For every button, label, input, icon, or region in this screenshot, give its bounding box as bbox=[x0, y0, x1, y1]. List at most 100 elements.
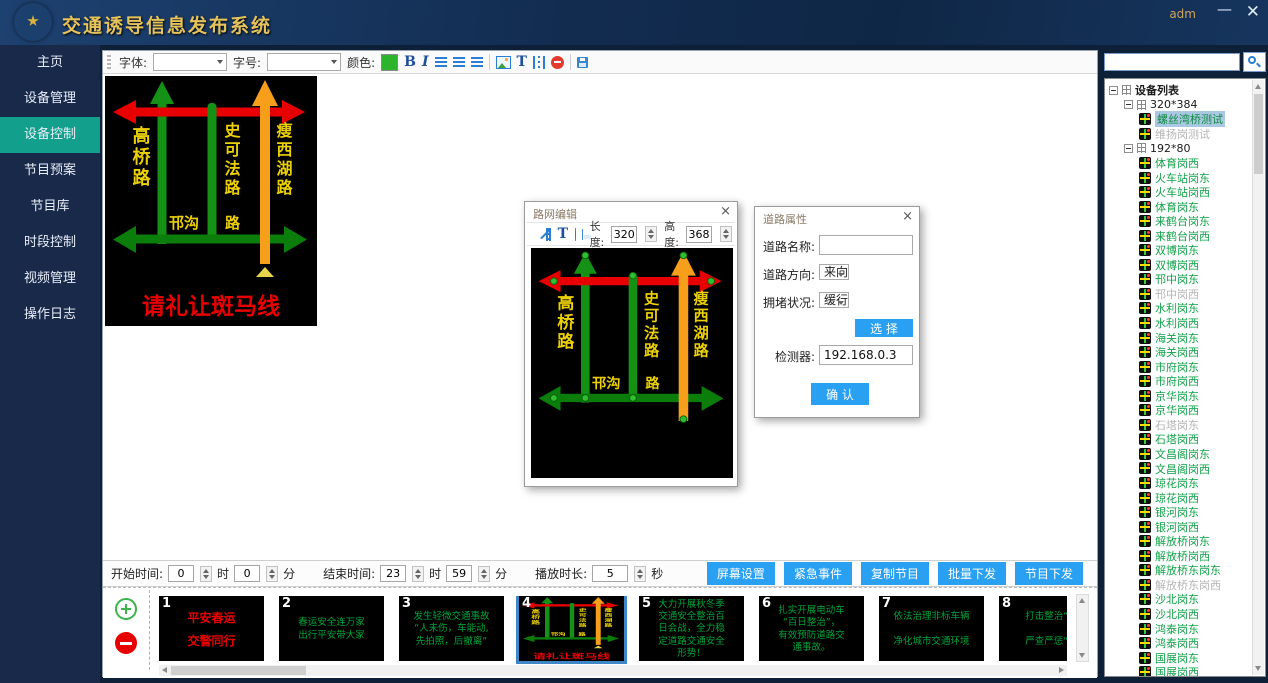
device-tree-item[interactable]: 鸿泰岗东 bbox=[1107, 621, 1253, 636]
end-minute-stepper[interactable] bbox=[478, 566, 490, 582]
italic-button[interactable]: I bbox=[422, 55, 429, 69]
action-button[interactable]: 复制节目 bbox=[861, 562, 929, 585]
align-left-icon[interactable] bbox=[435, 57, 447, 67]
device-tree-item[interactable]: 火车站岗东 bbox=[1107, 170, 1253, 185]
device-tree-item[interactable]: 文昌阁岗西 bbox=[1107, 461, 1253, 476]
road-network-icon[interactable] bbox=[533, 56, 545, 69]
device-tree-item[interactable]: 京华岗东 bbox=[1107, 388, 1253, 403]
device-tree-item[interactable]: 海关岗西 bbox=[1107, 345, 1253, 360]
device-tree-item[interactable]: 水利岗西 bbox=[1107, 316, 1253, 331]
duration-input[interactable] bbox=[592, 565, 628, 582]
action-button[interactable]: 紧急事件 bbox=[784, 562, 852, 585]
road-properties-close-icon[interactable]: × bbox=[902, 209, 913, 224]
device-tree-item[interactable]: 银河岗西 bbox=[1107, 519, 1253, 534]
device-tree-item[interactable]: 解放桥岗西 bbox=[1107, 549, 1253, 564]
sidebar-item[interactable]: 节目库 bbox=[0, 189, 100, 225]
collapse-icon[interactable] bbox=[1124, 144, 1133, 153]
device-tree-item[interactable]: 来鹤台岗东 bbox=[1107, 214, 1253, 229]
device-tree-root[interactable]: 设备列表 bbox=[1107, 83, 1253, 98]
end-hour-stepper[interactable] bbox=[412, 566, 424, 582]
start-hour-input[interactable] bbox=[168, 565, 194, 582]
action-button[interactable]: 节目下发 bbox=[1015, 562, 1083, 585]
device-tree-item[interactable]: 石塔岗西 bbox=[1107, 432, 1253, 447]
device-tree-item[interactable]: 双博岗西 bbox=[1107, 258, 1253, 273]
device-tree-item[interactable]: 解放桥东岗东 bbox=[1107, 563, 1253, 578]
playlist-item[interactable]: 5大力开展秋冬季交通安全整治百日会战，全力稳定道路交通安全形势！ bbox=[639, 596, 744, 661]
playlist-item[interactable]: 2春运安全连万家出行平安带大家 bbox=[279, 596, 384, 661]
sign-preview-display[interactable]: 请礼让斑马线 bbox=[105, 76, 317, 326]
device-tree-item[interactable]: 邗中岗西 bbox=[1107, 287, 1253, 302]
length-input[interactable] bbox=[611, 226, 637, 243]
start-hour-stepper[interactable] bbox=[200, 566, 212, 582]
device-tree-item[interactable]: 文昌阁岗东 bbox=[1107, 447, 1253, 462]
length-stepper[interactable] bbox=[645, 226, 657, 242]
device-search-button[interactable] bbox=[1243, 52, 1266, 72]
device-tree-item[interactable]: 火车站岗西 bbox=[1107, 185, 1253, 200]
device-tree-item[interactable]: 螺丝湾桥测试 bbox=[1107, 112, 1253, 127]
action-button[interactable]: 批量下发 bbox=[938, 562, 1006, 585]
end-hour-input[interactable] bbox=[380, 565, 406, 582]
start-minute-stepper[interactable] bbox=[266, 566, 278, 582]
device-tree-item[interactable]: 琼花岗西 bbox=[1107, 490, 1253, 505]
device-tree-item[interactable]: 解放桥东岗西 bbox=[1107, 578, 1253, 593]
device-tree-item[interactable]: 水利岗东 bbox=[1107, 301, 1253, 316]
device-tree-item[interactable]: 银河岗东 bbox=[1107, 505, 1253, 520]
road-editor-canvas[interactable] bbox=[531, 248, 733, 478]
duration-stepper[interactable] bbox=[634, 566, 646, 582]
device-tree-item[interactable]: 市府岗西 bbox=[1107, 374, 1253, 389]
height-input[interactable] bbox=[686, 226, 712, 243]
device-tree-scrollbar[interactable] bbox=[1252, 80, 1264, 675]
select-detector-button[interactable]: 选 择 bbox=[855, 319, 913, 337]
playlist-item[interactable]: 8打击整治“灯 严查严惩“机 bbox=[999, 596, 1067, 661]
insert-text-icon[interactable]: T bbox=[517, 55, 527, 69]
device-tree-item[interactable]: 维扬岗测试 bbox=[1107, 127, 1253, 142]
align-center-icon[interactable] bbox=[453, 57, 465, 67]
playlist-vertical-scrollbar[interactable] bbox=[1076, 594, 1089, 662]
start-minute-input[interactable] bbox=[234, 565, 260, 582]
save-icon[interactable] bbox=[577, 57, 588, 68]
size-select[interactable] bbox=[267, 53, 341, 71]
sidebar-item[interactable]: 时段控制 bbox=[0, 225, 100, 261]
device-tree-item[interactable]: 海关岗东 bbox=[1107, 330, 1253, 345]
device-tree-item[interactable]: 体育岗东 bbox=[1107, 199, 1253, 214]
device-group[interactable]: 320*384 bbox=[1107, 98, 1253, 113]
device-tree-item[interactable]: 邗中岗东 bbox=[1107, 272, 1253, 287]
playlist-item[interactable]: 7依法治理非标车辆 净化城市交通环境 bbox=[879, 596, 984, 661]
device-tree-item[interactable]: 市府岗东 bbox=[1107, 359, 1253, 374]
height-stepper[interactable] bbox=[720, 226, 732, 242]
confirm-button[interactable]: 确 认 bbox=[811, 383, 869, 405]
road-direction-select[interactable]: 来向 bbox=[819, 264, 849, 280]
add-program-button[interactable] bbox=[115, 598, 137, 620]
color-swatch[interactable] bbox=[381, 54, 398, 71]
playlist-item[interactable]: 4 请礼让斑马线 bbox=[519, 596, 624, 661]
device-tree-item[interactable]: 沙北岗西 bbox=[1107, 607, 1253, 622]
end-minute-input[interactable] bbox=[446, 565, 472, 582]
action-button[interactable]: 屏幕设置 bbox=[707, 562, 775, 585]
device-tree-item[interactable]: 双博岗东 bbox=[1107, 243, 1253, 258]
sidebar-item[interactable]: 设备控制 bbox=[0, 117, 100, 153]
insert-image-icon[interactable] bbox=[496, 56, 511, 69]
bold-button[interactable]: B bbox=[404, 55, 416, 69]
collapse-icon[interactable] bbox=[1124, 100, 1133, 109]
device-group[interactable]: 192*80 bbox=[1107, 141, 1253, 156]
device-search-input[interactable] bbox=[1104, 53, 1240, 71]
playlist-item[interactable]: 3发生轻微交通事故“人未伤，车能动,先拍照，后撤离” bbox=[399, 596, 504, 661]
road-editor-close-icon[interactable]: × bbox=[720, 204, 731, 219]
text-tool-icon[interactable]: T bbox=[558, 227, 568, 241]
playlist-horizontal-scrollbar[interactable] bbox=[159, 665, 1067, 676]
remove-program-button[interactable] bbox=[115, 632, 137, 654]
device-tree-item[interactable]: 沙北岗东 bbox=[1107, 592, 1253, 607]
road-name-input[interactable] bbox=[819, 235, 913, 255]
device-tree-item[interactable]: 鸿泰岗西 bbox=[1107, 636, 1253, 651]
device-tree-item[interactable]: 京华岗西 bbox=[1107, 403, 1253, 418]
device-tree-item[interactable]: 琼花岗东 bbox=[1107, 476, 1253, 491]
playlist-item[interactable]: 1平安春运交警同行 bbox=[159, 596, 264, 661]
font-select[interactable] bbox=[153, 53, 227, 71]
device-tree-item[interactable]: 解放桥岗东 bbox=[1107, 534, 1253, 549]
device-tree-item[interactable]: 石塔岗东 bbox=[1107, 418, 1253, 433]
sidebar-item[interactable]: 主页 bbox=[0, 45, 100, 81]
window-close-icon[interactable]: ✕ bbox=[1246, 2, 1260, 22]
sidebar-item[interactable]: 节目预案 bbox=[0, 153, 100, 189]
sidebar-item[interactable]: 视频管理 bbox=[0, 261, 100, 297]
congestion-select[interactable]: 缓行 bbox=[819, 292, 849, 308]
